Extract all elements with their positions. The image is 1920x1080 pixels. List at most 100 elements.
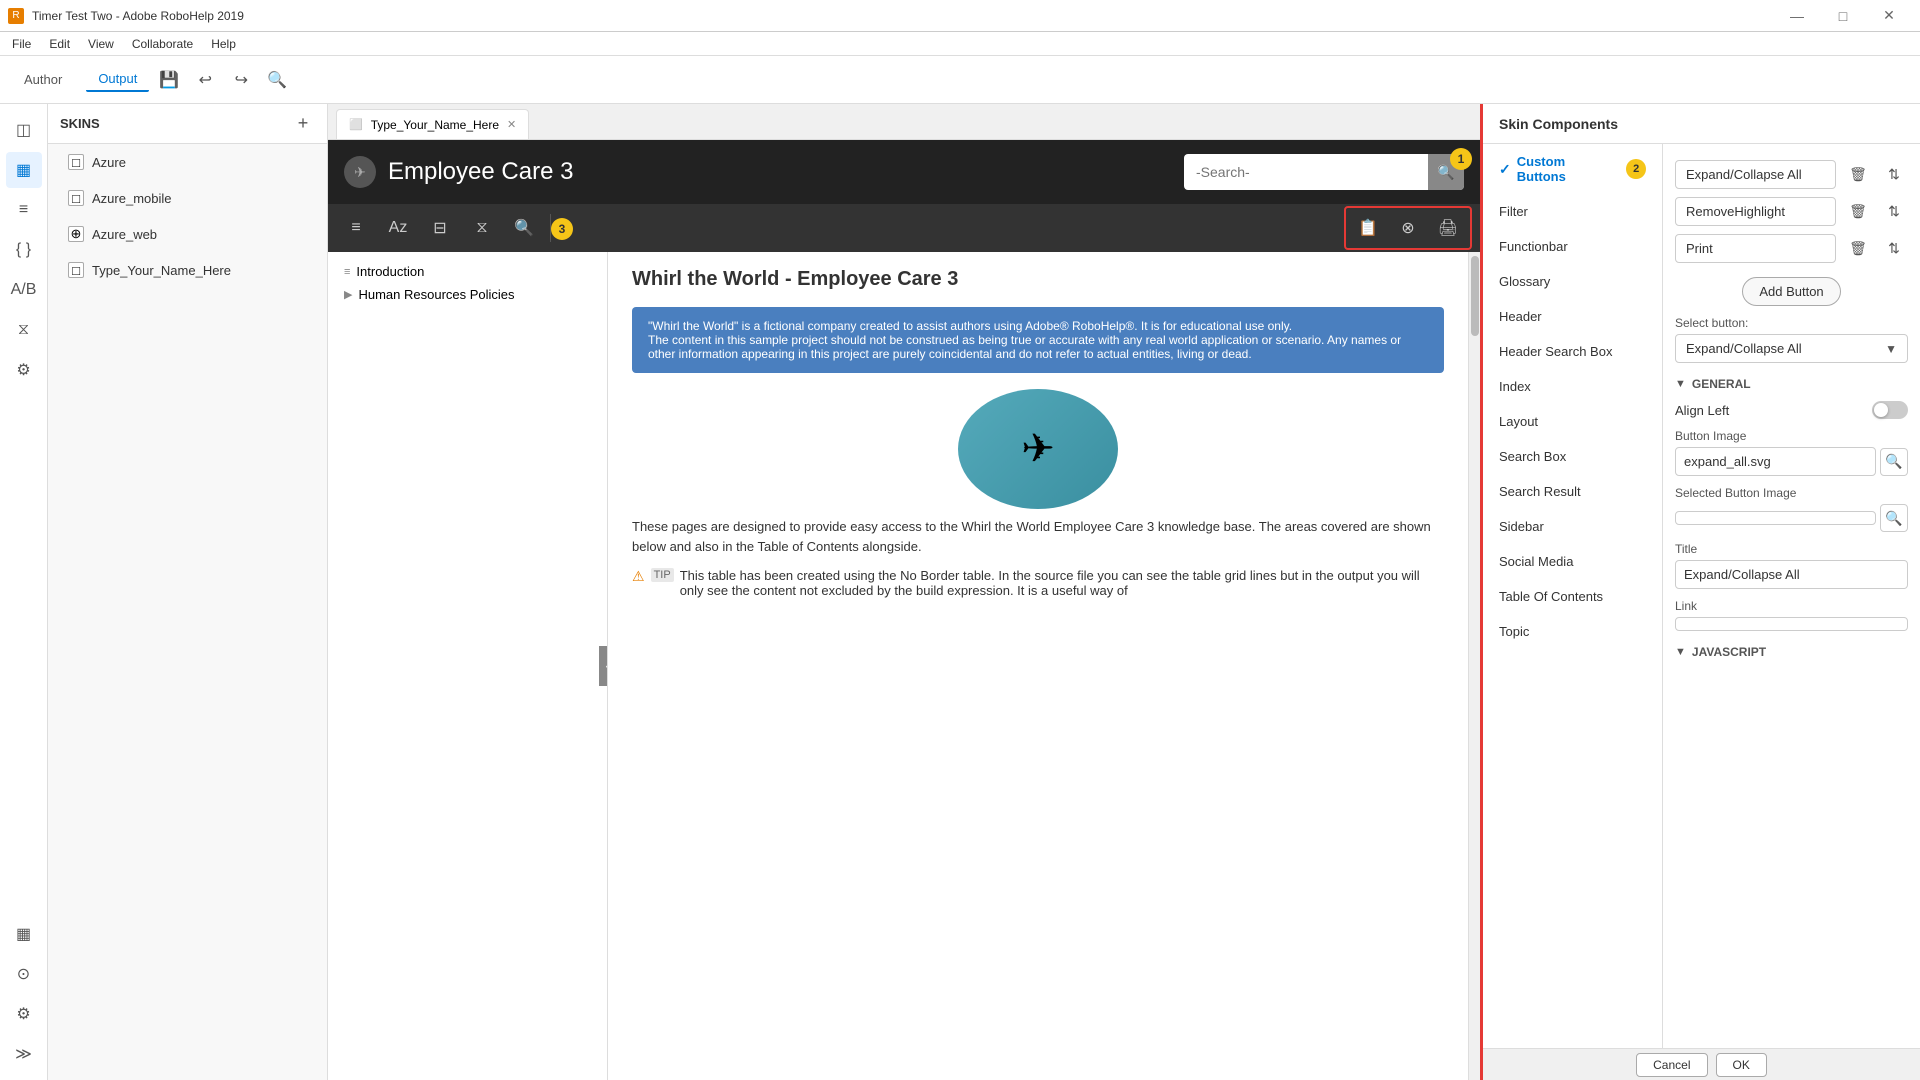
skin-comp-filter[interactable]: Filter <box>1483 194 1662 229</box>
menu-help[interactable]: Help <box>203 35 244 53</box>
skin-comp-table-of-contents[interactable]: Table Of Contents <box>1483 579 1662 614</box>
menu-view[interactable]: View <box>80 35 122 53</box>
skin-label-type-your-name: Type_Your_Name_Here <box>92 263 231 278</box>
doc-tab-close[interactable]: ✕ <box>507 118 516 131</box>
help-toolbar-search[interactable]: 🔍 <box>504 208 544 248</box>
delete-expand-collapse-button[interactable]: 🗑 <box>1844 161 1872 189</box>
general-section-header: ▼ GENERAL <box>1675 377 1908 391</box>
sidebar-btn-skins[interactable]: ◫ <box>6 112 42 148</box>
help-window: ✈ Employee Care 3 🔍 1 ≡ Az <box>328 140 1480 1080</box>
skin-comp-search-result[interactable]: Search Result <box>1483 474 1662 509</box>
app-icon: R <box>8 8 24 24</box>
sidebar-btn-ab[interactable]: A/B <box>6 272 42 308</box>
add-button-btn[interactable]: Add Button <box>1742 277 1840 306</box>
sidebar-btn-code[interactable]: { } <box>6 232 42 268</box>
minimize-button[interactable]: — <box>1774 0 1820 32</box>
tab-output[interactable]: Output <box>86 67 149 92</box>
skin-components-panel: Skin Components ✓ Custom Buttons 2 Filte… <box>1480 104 1920 1080</box>
tip-badge: TIP <box>651 568 674 582</box>
delete-remove-highlight-button[interactable]: 🗑 <box>1844 198 1872 226</box>
skin-comp-glossary[interactable]: Glossary <box>1483 264 1662 299</box>
ok-button[interactable]: OK <box>1716 1053 1767 1077</box>
close-button[interactable]: ✕ <box>1866 0 1912 32</box>
skin-item-azure[interactable]: □ Azure <box>56 146 319 178</box>
skin-comp-label-header-search-box: Header Search Box <box>1499 344 1612 359</box>
toc-item-introduction[interactable]: ≡ Introduction <box>336 260 599 283</box>
skins-panel: SKINS + □ Azure □ Azure_mobile ⊕ Azure_w… <box>48 104 328 1080</box>
skin-label-azure-web: Azure_web <box>92 227 157 242</box>
reorder-expand-collapse-button[interactable]: ⇅ <box>1880 161 1908 189</box>
sidebar-btn-nav[interactable]: ≡ <box>6 192 42 228</box>
doc-tab[interactable]: ⬜ Type_Your_Name_Here ✕ <box>336 109 529 139</box>
help-action-print[interactable]: 🖨 <box>1430 210 1466 246</box>
tab-author[interactable]: Author <box>12 68 74 91</box>
selected-button-image-browse[interactable]: 🔍 <box>1880 504 1908 532</box>
menu-file[interactable]: File <box>4 35 39 53</box>
help-toolbar-filter[interactable]: ⧖ <box>462 208 502 248</box>
tip-icon: ⚠ <box>632 568 645 585</box>
sidebar-btn-gear[interactable]: ⚙ <box>6 996 42 1032</box>
skin-icon-type-your-name: □ <box>68 262 84 278</box>
sidebar-btn-filter[interactable]: ⧖ <box>6 312 42 348</box>
help-action-copy[interactable]: 📋 <box>1350 210 1386 246</box>
cancel-button[interactable]: Cancel <box>1636 1053 1707 1077</box>
skin-comp-sidebar[interactable]: Sidebar <box>1483 509 1662 544</box>
general-section-chevron[interactable]: ▼ <box>1675 378 1686 390</box>
skin-item-type-your-name[interactable]: □ Type_Your_Name_Here <box>56 254 319 286</box>
add-skin-button[interactable]: + <box>291 112 315 136</box>
javascript-section-header[interactable]: ▼ JAVASCRIPT <box>1675 645 1908 659</box>
skin-comp-label-glossary: Glossary <box>1499 274 1550 289</box>
redo-button[interactable]: ↪ <box>225 64 257 96</box>
content-para1: These pages are designed to provide easy… <box>632 517 1444 556</box>
toc-item-hr-policies[interactable]: ▶ Human Resources Policies <box>336 283 599 306</box>
save-button[interactable]: 💾 <box>153 64 185 96</box>
skin-comp-layout[interactable]: Layout <box>1483 404 1662 439</box>
help-toolbar-index[interactable]: ⊟ <box>420 208 460 248</box>
sidebar-btn-settings[interactable]: ⚙ <box>6 352 42 388</box>
menu-edit[interactable]: Edit <box>41 35 78 53</box>
help-toolbar-glossary[interactable]: Az <box>378 208 418 248</box>
content-scrollbar[interactable] <box>1468 252 1480 1080</box>
align-left-toggle[interactable] <box>1872 401 1908 419</box>
skin-comp-header[interactable]: Header <box>1483 299 1662 334</box>
skin-item-azure-mobile[interactable]: □ Azure_mobile <box>56 182 319 214</box>
content-title: Whirl the World - Employee Care 3 <box>632 268 1444 291</box>
skin-comp-social-media[interactable]: Social Media <box>1483 544 1662 579</box>
help-search-input[interactable] <box>1184 164 1428 180</box>
search-button[interactable]: 🔍 <box>261 64 293 96</box>
sidebar-btn-expand[interactable]: ≫ <box>6 1036 42 1072</box>
skin-comp-search-box[interactable]: Search Box <box>1483 439 1662 474</box>
content-image: ✈ <box>958 389 1118 509</box>
help-action-remove[interactable]: ⊗ <box>1390 210 1426 246</box>
toc-icon-introduction: ≡ <box>344 266 350 278</box>
skin-comp-functionbar[interactable]: Functionbar <box>1483 229 1662 264</box>
delete-print-button[interactable]: 🗑 <box>1844 235 1872 263</box>
select-button-dropdown[interactable]: Expand/Collapse All ▼ <box>1675 334 1908 363</box>
button-image-field[interactable]: expand_all.svg <box>1675 447 1876 476</box>
help-search-box[interactable]: 🔍 <box>1184 154 1464 190</box>
skin-comp-header-search-box[interactable]: Header Search Box <box>1483 334 1662 369</box>
sidebar-btn-circle[interactable]: ⊙ <box>6 956 42 992</box>
skin-comp-custom-buttons[interactable]: ✓ Custom Buttons 2 <box>1483 144 1662 194</box>
help-toolbar-toc[interactable]: ≡ <box>336 208 376 248</box>
reorder-remove-highlight-button[interactable]: ⇅ <box>1880 198 1908 226</box>
skin-panel-title: Skin Components <box>1499 116 1618 132</box>
link-field[interactable] <box>1675 617 1908 631</box>
link-section: Link <box>1675 599 1908 631</box>
selected-button-image-field[interactable] <box>1675 511 1876 525</box>
scrollbar-thumb[interactable] <box>1471 256 1479 336</box>
sidebar-btn-table[interactable]: ▦ <box>6 916 42 952</box>
menu-collaborate[interactable]: Collaborate <box>124 35 201 53</box>
button-image-browse[interactable]: 🔍 <box>1880 448 1908 476</box>
skin-item-azure-web[interactable]: ⊕ Azure_web <box>56 218 319 250</box>
skin-comp-topic[interactable]: Topic <box>1483 614 1662 649</box>
help-page-title: Employee Care 3 <box>388 158 1172 186</box>
reorder-print-button[interactable]: ⇅ <box>1880 235 1908 263</box>
title-field[interactable]: Expand/Collapse All <box>1675 560 1908 589</box>
collapse-toc-button[interactable]: « <box>599 646 608 686</box>
skin-comp-index[interactable]: Index <box>1483 369 1662 404</box>
skin-comp-label-header: Header <box>1499 309 1542 324</box>
sidebar-btn-output[interactable]: ▦ <box>6 152 42 188</box>
maximize-button[interactable]: □ <box>1820 0 1866 32</box>
undo-button[interactable]: ↩ <box>189 64 221 96</box>
